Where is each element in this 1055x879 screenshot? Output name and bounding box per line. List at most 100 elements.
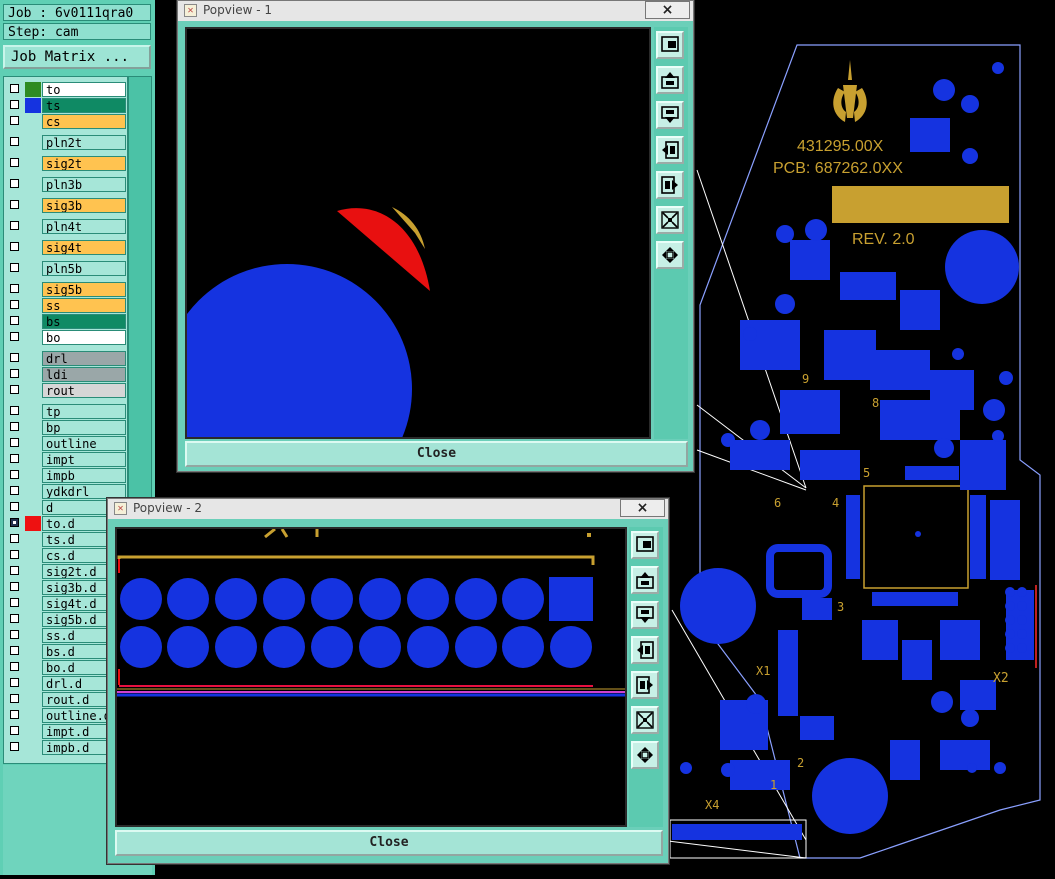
layer-row-rout[interactable]: rout xyxy=(4,383,127,398)
layer-checkbox[interactable] xyxy=(10,646,19,655)
layer-row-sig2t[interactable]: sig2t xyxy=(4,156,127,171)
layer-color-swatch[interactable] xyxy=(25,367,41,382)
layer-name[interactable]: to xyxy=(42,82,126,97)
pan-right-button[interactable] xyxy=(656,171,684,199)
layer-row-bp[interactable]: bp xyxy=(4,420,127,435)
layer-name[interactable]: bp xyxy=(42,420,126,435)
pan-up-button[interactable] xyxy=(656,66,684,94)
layer-name[interactable]: rout xyxy=(42,383,126,398)
layer-row-tp[interactable]: tp xyxy=(4,404,127,419)
layer-name[interactable]: ydkdrl xyxy=(42,484,126,499)
layer-color-swatch[interactable] xyxy=(25,724,41,739)
layer-name[interactable]: drl xyxy=(42,351,126,366)
layer-checkbox[interactable] xyxy=(10,200,19,209)
layer-checkbox[interactable] xyxy=(10,470,19,479)
layer-row-sig3b[interactable]: sig3b xyxy=(4,198,127,213)
pan-down-button[interactable] xyxy=(631,601,659,629)
layer-color-swatch[interactable] xyxy=(25,177,41,192)
layer-color-swatch[interactable] xyxy=(25,383,41,398)
zoom-out-button[interactable] xyxy=(656,241,684,269)
layer-color-swatch[interactable] xyxy=(25,298,41,313)
popview-1-close-x-button[interactable]: × xyxy=(645,1,690,19)
layer-checkbox[interactable] xyxy=(10,742,19,751)
layer-checkbox[interactable] xyxy=(10,406,19,415)
layer-name[interactable]: bo xyxy=(42,330,126,345)
layer-color-swatch[interactable] xyxy=(25,516,41,531)
pcb-overview[interactable]: 431295.00X PCB: 687262.0XX REV. 2.0 X1 X… xyxy=(659,0,1055,875)
layer-row-ts[interactable]: ts xyxy=(4,98,127,113)
layer-row-pln5b[interactable]: pln5b xyxy=(4,261,127,276)
layer-checkbox[interactable] xyxy=(10,316,19,325)
layer-name[interactable]: ldi xyxy=(42,367,126,382)
layer-color-swatch[interactable] xyxy=(25,420,41,435)
layer-checkbox[interactable] xyxy=(10,116,19,125)
layer-name[interactable]: impb xyxy=(42,468,126,483)
layer-checkbox[interactable] xyxy=(10,694,19,703)
layer-color-swatch[interactable] xyxy=(25,82,41,97)
popview-1-titlebar[interactable]: ✕ Popview - 1 × xyxy=(178,1,693,21)
layer-color-swatch[interactable] xyxy=(25,351,41,366)
layer-checkbox[interactable] xyxy=(10,300,19,309)
layer-checkbox[interactable] xyxy=(10,385,19,394)
layer-checkbox[interactable] xyxy=(10,662,19,671)
layer-checkbox[interactable] xyxy=(10,598,19,607)
layer-checkbox[interactable] xyxy=(10,726,19,735)
layer-color-swatch[interactable] xyxy=(25,436,41,451)
layer-color-swatch[interactable] xyxy=(25,484,41,499)
layer-name[interactable]: sig3b xyxy=(42,198,126,213)
layer-row-pln3b[interactable]: pln3b xyxy=(4,177,127,192)
zoom-home-button[interactable] xyxy=(656,31,684,59)
layer-name[interactable]: ts xyxy=(42,98,126,113)
layer-name[interactable]: pln5b xyxy=(42,261,126,276)
layer-color-swatch[interactable] xyxy=(25,580,41,595)
layer-color-swatch[interactable] xyxy=(25,314,41,329)
layer-name[interactable]: impt xyxy=(42,452,126,467)
layer-checkbox[interactable] xyxy=(10,179,19,188)
layer-checkbox[interactable] xyxy=(10,454,19,463)
layer-color-swatch[interactable] xyxy=(25,532,41,547)
layer-row-ldi[interactable]: ldi xyxy=(4,367,127,382)
layer-checkbox[interactable] xyxy=(10,422,19,431)
zoom-in-button[interactable] xyxy=(631,706,659,734)
layer-row-pln4t[interactable]: pln4t xyxy=(4,219,127,234)
layer-checkbox[interactable] xyxy=(10,84,19,93)
layer-color-swatch[interactable] xyxy=(25,404,41,419)
layer-name[interactable]: outline xyxy=(42,436,126,451)
layer-checkbox[interactable] xyxy=(10,502,19,511)
layer-checkbox[interactable] xyxy=(10,158,19,167)
layer-color-swatch[interactable] xyxy=(25,692,41,707)
layer-checkbox[interactable] xyxy=(10,369,19,378)
layer-checkbox[interactable] xyxy=(10,534,19,543)
layer-row-outline[interactable]: outline xyxy=(4,436,127,451)
layer-checkbox[interactable] xyxy=(10,353,19,362)
layer-row-drl[interactable]: drl xyxy=(4,351,127,366)
zoom-home-button[interactable] xyxy=(631,531,659,559)
layer-color-swatch[interactable] xyxy=(25,240,41,255)
layer-color-swatch[interactable] xyxy=(25,468,41,483)
layer-name[interactable]: bs xyxy=(42,314,126,329)
layer-checkbox[interactable] xyxy=(10,614,19,623)
layer-color-swatch[interactable] xyxy=(25,564,41,579)
layer-color-swatch[interactable] xyxy=(25,500,41,515)
layer-color-swatch[interactable] xyxy=(25,660,41,675)
layer-checkbox[interactable] xyxy=(10,221,19,230)
layer-name[interactable]: sig4t xyxy=(42,240,126,255)
layer-row-pln2t[interactable]: pln2t xyxy=(4,135,127,150)
layer-color-swatch[interactable] xyxy=(25,548,41,563)
layer-checkbox[interactable] xyxy=(10,284,19,293)
layer-color-swatch[interactable] xyxy=(25,282,41,297)
layer-row-bo[interactable]: bo xyxy=(4,330,127,345)
popview-2-close-x-button[interactable]: × xyxy=(620,499,665,517)
layer-checkbox[interactable] xyxy=(10,566,19,575)
layer-row-cs[interactable]: cs xyxy=(4,114,127,129)
pan-left-button[interactable] xyxy=(631,636,659,664)
popview-2-titlebar[interactable]: ✕ Popview - 2 × xyxy=(108,499,668,519)
layer-color-swatch[interactable] xyxy=(25,114,41,129)
layer-color-swatch[interactable] xyxy=(25,612,41,627)
layer-color-swatch[interactable] xyxy=(25,135,41,150)
pan-down-button[interactable] xyxy=(656,101,684,129)
layer-color-swatch[interactable] xyxy=(25,708,41,723)
layer-checkbox[interactable] xyxy=(10,486,19,495)
popview-2-close-button[interactable]: Close xyxy=(115,830,663,856)
layer-color-swatch[interactable] xyxy=(25,219,41,234)
